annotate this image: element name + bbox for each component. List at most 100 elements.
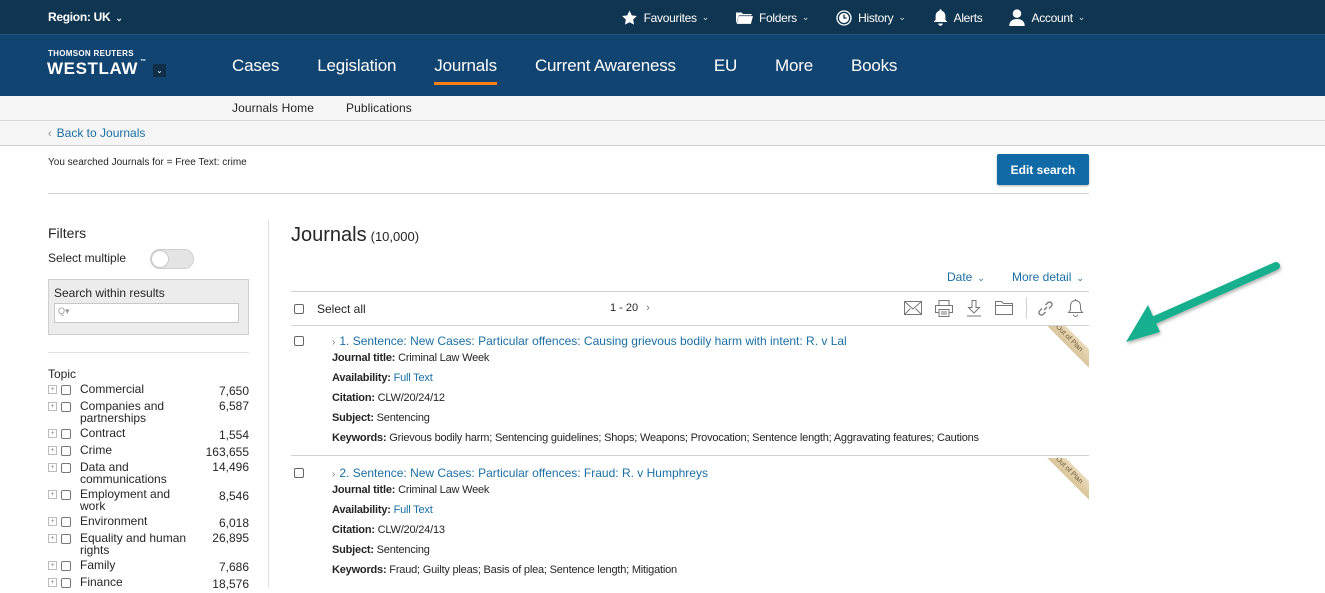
expand-icon[interactable]: + <box>48 490 57 499</box>
alert-bell-icon[interactable] <box>1067 299 1084 317</box>
search-summary: You searched Journals for = Free Text: c… <box>48 157 247 168</box>
nav-tab-more[interactable]: More <box>775 35 813 96</box>
email-icon[interactable] <box>904 301 922 315</box>
result-title-link[interactable]: › 1. Sentence: New Cases: Particular offe… <box>332 334 847 348</box>
select-multiple-label: Select multiple <box>48 251 127 265</box>
expand-icon[interactable]: + <box>48 517 57 526</box>
chevron-down-icon: ⌄ <box>1077 12 1086 22</box>
topic-item: + Equality and human rights 26,895 <box>48 532 249 556</box>
search-within-label: Search within results <box>54 286 165 300</box>
results-count: (10,000) <box>370 229 420 244</box>
utility-bar: Region: UK ⌄ Favourites ⌄ Folders ⌄ History… <box>0 0 1325 35</box>
nav-tab-books[interactable]: Books <box>851 35 897 96</box>
topic-item: + Crime 163,655 <box>48 444 249 458</box>
annotation-arrow-icon <box>1126 262 1280 342</box>
search-within-input[interactable]: Q▾ <box>54 303 239 323</box>
bell-icon <box>933 9 947 26</box>
favourites-menu[interactable]: Favourites ⌄ <box>621 10 709 26</box>
westlaw-logo[interactable]: WESTLAW ™ <box>47 59 147 79</box>
subnav-journals-home[interactable]: Journals Home <box>232 101 314 115</box>
folders-menu[interactable]: Folders ⌄ <box>735 11 809 25</box>
star-icon <box>621 10 637 25</box>
topic-item: + Contract 1,554 <box>48 427 249 441</box>
full-text-link[interactable]: Full Text <box>394 372 433 384</box>
full-text-link[interactable]: Full Text <box>394 504 433 516</box>
result-subject: Subject: Sentencing <box>332 412 430 424</box>
nav-tab-cases[interactable]: Cases <box>232 35 279 96</box>
subnav-publications[interactable]: Publications <box>346 101 412 115</box>
topic-title: Topic <box>48 367 77 381</box>
result-title-link[interactable]: › 2. Sentence: New Cases: Particular offe… <box>332 466 708 480</box>
region-selector[interactable]: Region: UK ⌄ <box>48 10 123 24</box>
main-nav: THOMSON REUTERS WESTLAW ™ ⌄ Cases Legisla… <box>0 35 1325 96</box>
expand-icon[interactable]: + <box>48 402 57 411</box>
divider <box>291 291 1089 292</box>
expand-chevron-icon[interactable]: › <box>332 469 335 480</box>
result-availability: Availability: Full Text <box>332 372 433 384</box>
back-to-journals-link[interactable]: ‹ Back to Journals <box>48 126 145 140</box>
topic-list: + Commercial 7,650 + Companies and partners… <box>48 383 249 590</box>
chevron-down-icon: ⌄ <box>1076 273 1084 283</box>
nav-tab-current-awareness[interactable]: Current Awareness <box>535 35 676 96</box>
back-bar: ‹ Back to Journals <box>0 121 1325 146</box>
out-of-plan-ribbon: Out of Plan <box>1036 326 1089 372</box>
result-citation: Citation: CLW/20/24/13 <box>332 524 445 536</box>
expand-icon[interactable]: + <box>48 463 57 472</box>
result-item: › 2. Sentence: New Cases: Particular offe… <box>291 458 1089 588</box>
nav-tab-journals[interactable]: Journals <box>434 35 497 96</box>
expand-icon[interactable]: + <box>48 446 57 455</box>
filters-title: Filters <box>48 225 87 241</box>
history-menu[interactable]: History ⌄ <box>836 9 906 26</box>
topic-checkbox[interactable] <box>61 429 71 439</box>
sort-date-dropdown[interactable]: Date ⌄ <box>947 270 985 284</box>
topic-item: + Family 7,686 <box>48 559 249 573</box>
folder-icon <box>735 12 753 24</box>
topic-checkbox[interactable] <box>61 534 71 544</box>
topic-item: + Data and communications 14,496 <box>48 461 249 485</box>
topic-checkbox[interactable] <box>61 463 71 473</box>
link-icon[interactable] <box>1037 300 1054 317</box>
result-keywords: Keywords: Grievous bodily harm; Sentenci… <box>332 432 979 444</box>
divider <box>291 455 1089 456</box>
topic-checkbox[interactable] <box>61 561 71 571</box>
more-detail-dropdown[interactable]: More detail ⌄ <box>1012 270 1084 284</box>
alerts-link[interactable]: Alerts <box>933 9 983 26</box>
topic-checkbox[interactable] <box>61 402 71 412</box>
topic-checkbox[interactable] <box>61 517 71 527</box>
clock-icon <box>836 9 852 26</box>
product-switcher-chevron-icon[interactable]: ⌄ <box>153 64 166 77</box>
select-multiple-row: Select multiple <box>48 249 249 271</box>
nav-tab-eu[interactable]: EU <box>714 35 737 96</box>
print-icon[interactable] <box>935 299 953 317</box>
result-item: › 1. Sentence: New Cases: Particular offe… <box>291 326 1089 456</box>
topic-checkbox[interactable] <box>61 385 71 395</box>
topic-checkbox[interactable] <box>61 446 71 456</box>
expand-icon[interactable]: + <box>48 578 57 587</box>
toggle-knob <box>151 250 169 268</box>
topic-item: + Finance 18,576 <box>48 576 249 590</box>
expand-icon[interactable]: + <box>48 534 57 543</box>
expand-chevron-icon[interactable]: › <box>332 337 335 348</box>
result-subject: Subject: Sentencing <box>332 544 430 556</box>
result-availability: Availability: Full Text <box>332 504 433 516</box>
edit-search-button[interactable]: Edit search <box>997 154 1089 185</box>
select-multiple-toggle[interactable] <box>150 249 194 269</box>
expand-icon[interactable]: + <box>48 429 57 438</box>
result-keywords: Keywords: Fraud; Guilty pleas; Basis of … <box>332 564 677 576</box>
next-page-chevron-icon[interactable]: › <box>646 302 650 314</box>
result-checkbox[interactable] <box>294 468 304 478</box>
expand-icon[interactable]: + <box>48 385 57 394</box>
result-journal-title: Journal title: Criminal Law Week <box>332 352 490 364</box>
sidebar-divider <box>268 220 269 587</box>
select-all-checkbox[interactable] <box>294 304 304 314</box>
account-menu[interactable]: Account ⌄ <box>1009 9 1085 26</box>
topic-checkbox[interactable] <box>61 490 71 500</box>
topic-item: + Commercial 7,650 <box>48 383 249 397</box>
expand-icon[interactable]: + <box>48 561 57 570</box>
download-icon[interactable] <box>966 299 982 317</box>
nav-tab-legislation[interactable]: Legislation <box>317 35 396 96</box>
folder-icon[interactable] <box>995 301 1013 315</box>
select-all-label[interactable]: Select all <box>317 302 366 316</box>
out-of-plan-ribbon: Out of Plan <box>1036 458 1089 504</box>
result-checkbox[interactable] <box>294 336 304 346</box>
